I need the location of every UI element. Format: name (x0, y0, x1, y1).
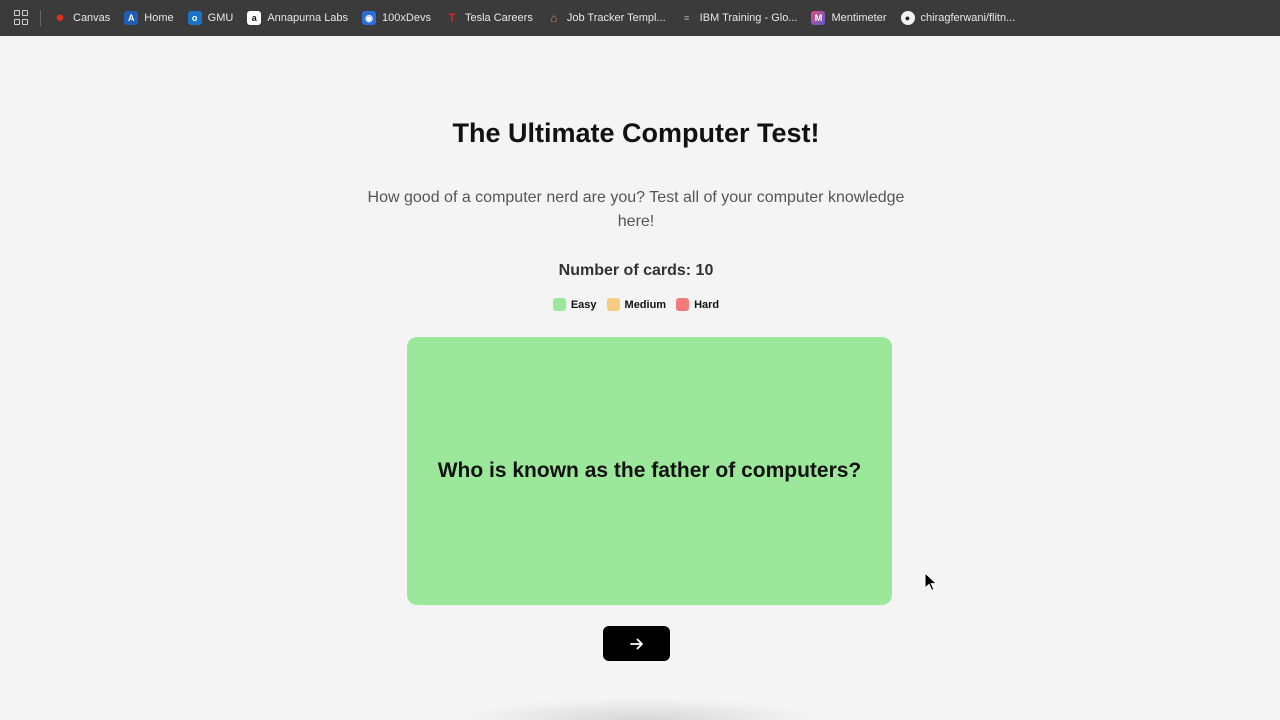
mouse-cursor-icon (924, 572, 938, 592)
bookmark-label: Home (144, 12, 174, 24)
bookmark-tesla-careers[interactable]: T Tesla Careers (445, 11, 533, 25)
ibm-icon: ≡ (684, 13, 690, 23)
amazon-icon: a (247, 11, 262, 25)
tesla-icon: T (448, 11, 456, 25)
bookmark-ibm-training[interactable]: ≡ IBM Training - Glo... (680, 11, 798, 25)
apps-grid-icon[interactable] (14, 10, 30, 26)
bookmark-label: IBM Training - Glo... (699, 12, 798, 24)
outlook-icon: o (187, 11, 202, 25)
card-question: Who is known as the father of computers? (437, 459, 862, 482)
bookmark-annapurna-labs[interactable]: a Annapurna Labs (247, 11, 348, 25)
bookmark-label: Annapurna Labs (267, 12, 349, 24)
bookmarks-divider (40, 10, 41, 26)
bookmark-100xdevs[interactable]: ◉ 100xDevs (362, 11, 431, 25)
notion-icon: ⌂ (550, 11, 558, 25)
bookmark-label: 100xDevs (382, 12, 431, 24)
legend-medium: Medium (606, 298, 667, 311)
next-card-button[interactable] (603, 626, 670, 661)
bookmark-label: chiragferwani/flitn... (920, 12, 1016, 24)
card-count: Number of cards: 10 (558, 262, 714, 279)
bookmark-label: Canvas (73, 12, 111, 24)
bookmark-home[interactable]: A Home (124, 11, 174, 25)
legend-easy: Easy (552, 298, 597, 311)
bookmark-gmu[interactable]: o GMU (187, 11, 234, 25)
mentimeter-icon: M (811, 11, 826, 25)
bookmark-label: GMU (207, 12, 234, 24)
bookmark-label: Tesla Careers (464, 12, 533, 24)
bottom-shadow (460, 698, 820, 720)
page-title: The Ultimate Computer Test! (452, 118, 820, 148)
easy-swatch (552, 298, 566, 311)
legend-label: Hard (694, 298, 720, 311)
devs-icon: ◉ (362, 11, 377, 25)
bookmark-github[interactable]: ● chiragferwani/flitn... (900, 11, 1016, 25)
bookmark-job-tracker[interactable]: ⌂ Job Tracker Templ... (547, 11, 666, 25)
github-icon: ● (900, 11, 915, 25)
main-content: The Ultimate Computer Test! How good of … (0, 36, 1280, 720)
bookmark-canvas[interactable]: ✺ Canvas (53, 11, 110, 25)
home-icon: A (124, 11, 139, 25)
bookmark-mentimeter[interactable]: M Mentimeter (811, 11, 887, 25)
legend-label: Medium (624, 298, 667, 311)
bookmarks-bar: ✺ Canvas A Home o GMU a Annapurna Labs ◉… (0, 0, 1280, 36)
legend-hard: Hard (676, 298, 719, 311)
flashcard[interactable]: Who is known as the father of computers? (407, 337, 892, 605)
hard-swatch (676, 298, 690, 311)
arrow-right-icon (629, 638, 643, 649)
bookmark-label: Job Tracker Templ... (566, 12, 666, 24)
page-subtitle: How good of a computer nerd are you? Tes… (367, 189, 905, 230)
bookmark-label: Mentimeter (831, 12, 887, 24)
legend-label: Easy (570, 298, 597, 311)
canvas-icon: ✺ (56, 12, 64, 23)
medium-swatch (606, 298, 620, 311)
difficulty-legend: Easy Medium Hard (0, 298, 1272, 311)
